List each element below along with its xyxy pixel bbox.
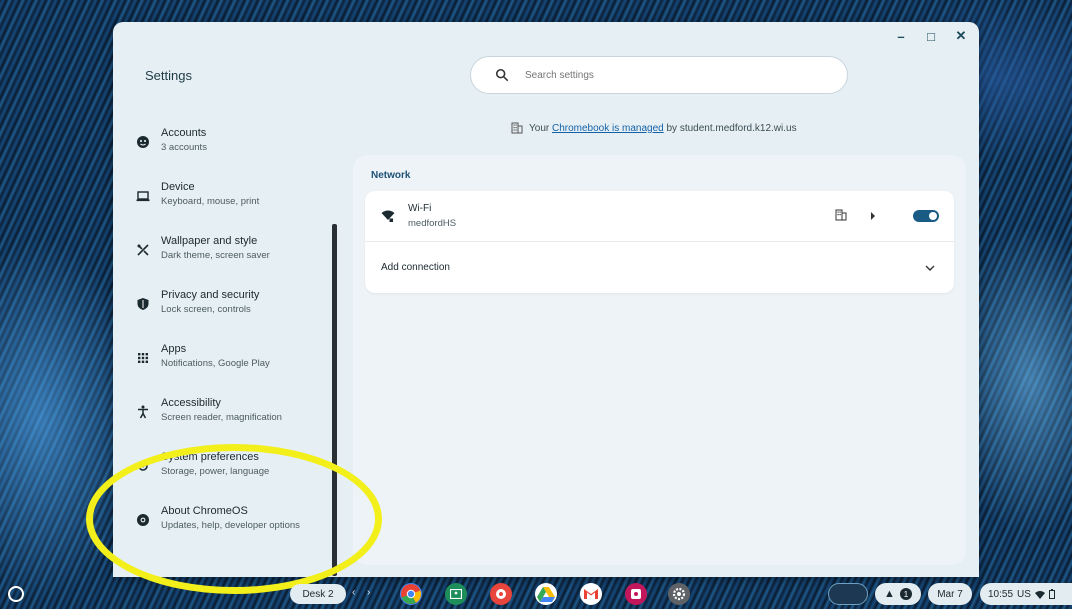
sidebar-item-label: Accessibility — [161, 397, 221, 409]
network-section: Network Wi-Fi medfordHS Add connection — [353, 155, 966, 565]
enterprise-policy-icon — [835, 209, 847, 221]
add-connection-row[interactable]: Add connection — [365, 242, 954, 293]
account-icon — [137, 136, 149, 148]
classroom-icon[interactable] — [445, 583, 467, 605]
sidebar-item-sub: Notifications, Google Play — [161, 358, 270, 369]
settings-icon[interactable] — [668, 583, 690, 605]
chevron-right-icon[interactable] — [869, 211, 877, 221]
launcher-button[interactable] — [8, 586, 24, 602]
toggle-knob — [929, 212, 937, 220]
sidebar-item-system-preferences[interactable]: System preferences Storage, power, langu… — [133, 450, 338, 490]
sidebar-item-label: System preferences — [161, 451, 259, 463]
settings-window: – □ ✕ Settings Your Chromebook is manage… — [113, 22, 979, 577]
managed-link[interactable]: Chromebook is managed — [552, 123, 664, 134]
window-controls: – □ ✕ — [893, 28, 969, 44]
network-card: Wi-Fi medfordHS Add connection — [365, 191, 954, 293]
close-button[interactable]: ✕ — [953, 28, 969, 44]
status-area[interactable]: 10:55 US — [980, 583, 1072, 605]
sidebar-item-accounts[interactable]: Accounts 3 accounts — [133, 126, 338, 166]
search-bar[interactable] — [470, 56, 848, 94]
maximize-button[interactable]: □ — [923, 28, 939, 44]
desk-prev-button[interactable]: ‹ — [352, 587, 355, 598]
chevron-down-icon[interactable] — [925, 264, 935, 272]
notification-count: 1 — [899, 588, 912, 600]
search-icon — [495, 68, 509, 82]
search-input[interactable] — [523, 68, 827, 82]
wifi-status-icon — [1034, 590, 1045, 599]
sidebar-item-label: Wallpaper and style — [161, 235, 258, 247]
sidebar-item-device[interactable]: Device Keyboard, mouse, print — [133, 180, 338, 220]
add-connection-label: Add connection — [381, 262, 450, 273]
sidebar-item-label: Accounts — [161, 127, 207, 139]
sidebar-scrollbar[interactable] — [332, 224, 337, 576]
screencast-icon[interactable] — [625, 583, 647, 605]
battery-icon — [1048, 589, 1055, 599]
clock-time: 10:55 — [988, 588, 1014, 600]
wifi-network-name: medfordHS — [408, 218, 457, 229]
managed-suffix: by student.medford.k12.wi.us — [663, 122, 797, 134]
laptop-icon — [136, 191, 150, 202]
sidebar-item-wallpaper[interactable]: Wallpaper and style Dark theme, screen s… — [133, 234, 338, 274]
section-title: Network — [371, 170, 411, 181]
sidebar-item-sub: Lock screen, controls — [161, 304, 251, 315]
sidebar-item-sub: Screen reader, magnification — [161, 412, 282, 423]
sidebar-item-label: Device — [161, 181, 195, 193]
wifi-icon — [381, 210, 395, 222]
sidebar-item-sub: Keyboard, mouse, print — [161, 196, 260, 207]
chrome-icon[interactable] — [400, 583, 422, 605]
desk-button[interactable]: Desk 2 — [290, 584, 346, 604]
sidebar-item-apps[interactable]: Apps Notifications, Google Play — [133, 342, 338, 382]
wifi-label: Wi-Fi — [408, 203, 432, 214]
shelf: Desk 2 ‹ › ▲ 1 Mar 7 10:55 US — [0, 579, 1072, 609]
canvas-icon[interactable] — [490, 583, 512, 605]
desk-next-button[interactable]: › — [367, 587, 370, 598]
managed-prefix: Your — [529, 122, 552, 134]
warning-icon: ▲ — [884, 588, 895, 600]
palette-icon — [137, 244, 149, 256]
date-button[interactable]: Mar 7 — [928, 583, 972, 605]
wifi-row[interactable]: Wi-Fi medfordHS — [365, 191, 954, 242]
apps-grid-icon — [138, 353, 148, 363]
managed-notice: Your Chromebook is managed by student.me… — [511, 122, 797, 134]
sidebar-item-privacy[interactable]: Privacy and security Lock screen, contro… — [133, 288, 338, 328]
sidebar-item-accessibility[interactable]: Accessibility Screen reader, magnificati… — [133, 396, 338, 436]
chromeos-icon — [137, 514, 149, 526]
wifi-toggle[interactable] — [913, 210, 939, 222]
user-avatar[interactable] — [828, 583, 868, 605]
sidebar-item-label: About ChromeOS — [161, 505, 248, 517]
gmail-icon[interactable] — [580, 583, 602, 605]
notification-tray[interactable]: ▲ 1 — [875, 583, 921, 605]
sidebar-item-sub: Updates, help, developer options — [161, 520, 300, 531]
locale-indicator: US — [1017, 588, 1031, 600]
sidebar-item-sub: Storage, power, language — [161, 466, 270, 477]
system-prefs-icon — [138, 461, 148, 471]
sidebar-item-sub: Dark theme, screen saver — [161, 250, 270, 261]
accessibility-icon — [138, 405, 148, 419]
sidebar-item-sub: 3 accounts — [161, 142, 207, 153]
shield-icon — [137, 298, 149, 310]
drive-icon[interactable] — [535, 583, 557, 605]
sidebar-item-about-chromeos[interactable]: About ChromeOS Updates, help, developer … — [133, 504, 338, 544]
minimize-button[interactable]: – — [893, 28, 909, 44]
sidebar-item-label: Privacy and security — [161, 289, 260, 301]
sidebar-item-label: Apps — [161, 343, 187, 355]
page-title: Settings — [145, 68, 192, 83]
building-icon — [511, 122, 523, 134]
